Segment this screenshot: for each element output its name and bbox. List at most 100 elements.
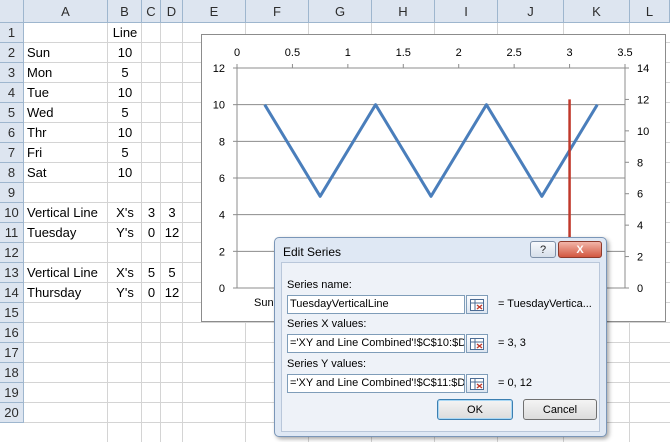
cell-c14[interactable]: 0	[142, 283, 161, 303]
x-top-tick-label: 2.5	[506, 47, 521, 59]
column-header-e[interactable]: E	[183, 0, 246, 23]
cell-a5[interactable]: Wed	[24, 103, 108, 123]
x-top-tick-label: 2	[456, 47, 462, 59]
series-y-label: Series Y values:	[287, 358, 367, 370]
series-name-label: Series name:	[287, 279, 352, 291]
row-header-8[interactable]: 8	[0, 163, 24, 183]
cell-d14[interactable]: 12	[161, 283, 183, 303]
row-header-11[interactable]: 11	[0, 223, 24, 243]
cancel-button[interactable]: Cancel	[523, 399, 597, 420]
column-header-l[interactable]: L	[630, 0, 670, 23]
category-label-sun: Sun	[254, 297, 274, 309]
range-select-icon	[470, 298, 484, 311]
row-header-6[interactable]: 6	[0, 123, 24, 143]
cell-a14[interactable]: Thursday	[24, 283, 108, 303]
row-header-9[interactable]: 9	[0, 183, 24, 203]
series-name-result: = TuesdayVertica...	[498, 298, 592, 310]
cell-a6[interactable]: Thr	[24, 123, 108, 143]
ok-button[interactable]: OK	[437, 399, 513, 420]
close-button[interactable]: X	[558, 241, 602, 258]
x-top-tick-label: 0	[234, 47, 240, 59]
row-header-14[interactable]: 14	[0, 283, 24, 303]
cell-b2[interactable]: 10	[108, 43, 142, 63]
column-header-j[interactable]: J	[498, 0, 564, 23]
cell-a13[interactable]: Vertical Line	[24, 263, 108, 283]
column-header-f[interactable]: F	[246, 0, 309, 23]
row-header-18[interactable]: 18	[0, 363, 24, 383]
column-header-b[interactable]: B	[108, 0, 142, 23]
row-header-4[interactable]: 4	[0, 83, 24, 103]
cell-b3[interactable]: 5	[108, 63, 142, 83]
cell-b10[interactable]: X's	[108, 203, 142, 223]
range-select-icon	[470, 337, 484, 350]
column-header-h[interactable]: H	[372, 0, 435, 23]
cell-b4[interactable]: 10	[108, 83, 142, 103]
column-header-g[interactable]: G	[309, 0, 372, 23]
row-header-16[interactable]: 16	[0, 323, 24, 343]
series-y-range-button[interactable]	[466, 374, 488, 393]
series-y-result: = 0, 12	[498, 377, 532, 389]
series-y-input[interactable]: ='XY and Line Combined'!$C$11:$D:	[287, 374, 465, 393]
y-left-tick-label: 8	[219, 136, 225, 148]
series-name-range-button[interactable]	[466, 295, 488, 314]
row-header-12[interactable]: 12	[0, 243, 24, 263]
column-header-i[interactable]: I	[435, 0, 498, 23]
range-select-icon	[470, 377, 484, 390]
cell-b6[interactable]: 10	[108, 123, 142, 143]
y-left-tick-label: 10	[213, 100, 225, 112]
cell-c11[interactable]: 0	[142, 223, 161, 243]
cell-d13[interactable]: 5	[161, 263, 183, 283]
y-right-tick-label: 14	[637, 63, 649, 75]
series-name-input[interactable]: TuesdayVerticalLine	[287, 295, 465, 314]
cell-d11[interactable]: 12	[161, 223, 183, 243]
cell-b11[interactable]: Y's	[108, 223, 142, 243]
cell-a3[interactable]: Mon	[24, 63, 108, 83]
cell-b7[interactable]: 5	[108, 143, 142, 163]
row-header-19[interactable]: 19	[0, 383, 24, 403]
row-header-7[interactable]: 7	[0, 143, 24, 163]
x-top-tick-label: 1	[345, 47, 351, 59]
series-x-result: = 3, 3	[498, 337, 526, 349]
cell-a8[interactable]: Sat	[24, 163, 108, 183]
cell-d10[interactable]: 3	[161, 203, 183, 223]
row-header-15[interactable]: 15	[0, 303, 24, 323]
cell-c13[interactable]: 5	[142, 263, 161, 283]
column-header-d[interactable]: D	[161, 0, 183, 23]
row-header-5[interactable]: 5	[0, 103, 24, 123]
edit-series-dialog[interactable]: Edit Series ? X Series name: TuesdayVert…	[274, 237, 607, 437]
row-header-3[interactable]: 3	[0, 63, 24, 83]
column-header-c[interactable]: C	[142, 0, 161, 23]
row-header-20[interactable]: 20	[0, 403, 24, 423]
series-x-input[interactable]: ='XY and Line Combined'!$C$10:$D:	[287, 334, 465, 353]
cell-b1[interactable]: Line	[108, 23, 142, 43]
cell-a10[interactable]: Vertical Line	[24, 203, 108, 223]
cell-b14[interactable]: Y's	[108, 283, 142, 303]
y-right-tick-label: 10	[637, 126, 649, 138]
row-header-1[interactable]: 1	[0, 23, 24, 43]
row-header-17[interactable]: 17	[0, 343, 24, 363]
dialog-title: Edit Series	[283, 245, 342, 259]
y-right-tick-label: 6	[637, 189, 643, 201]
y-left-tick-label: 12	[213, 63, 225, 75]
column-header-a[interactable]: A	[24, 0, 108, 23]
cell-a11[interactable]: Tuesday	[24, 223, 108, 243]
row-header-10[interactable]: 10	[0, 203, 24, 223]
y-right-tick-label: 4	[637, 220, 643, 232]
cell-c10[interactable]: 3	[142, 203, 161, 223]
cell-b8[interactable]: 10	[108, 163, 142, 183]
column-header-k[interactable]: K	[564, 0, 630, 23]
cell-a2[interactable]: Sun	[24, 43, 108, 63]
series-x-range-button[interactable]	[466, 334, 488, 353]
cell-a4[interactable]: Tue	[24, 83, 108, 103]
cell-b5[interactable]: 5	[108, 103, 142, 123]
cell-a7[interactable]: Fri	[24, 143, 108, 163]
y-right-tick-label: 2	[637, 252, 643, 264]
x-top-tick-label: 3	[567, 47, 573, 59]
row-header-2[interactable]: 2	[0, 43, 24, 63]
y-left-tick-label: 4	[219, 210, 225, 222]
row-header-13[interactable]: 13	[0, 263, 24, 283]
help-button[interactable]: ?	[530, 241, 556, 258]
select-all-corner[interactable]	[0, 0, 24, 23]
cell-b13[interactable]: X's	[108, 263, 142, 283]
y-left-tick-label: 6	[219, 173, 225, 185]
